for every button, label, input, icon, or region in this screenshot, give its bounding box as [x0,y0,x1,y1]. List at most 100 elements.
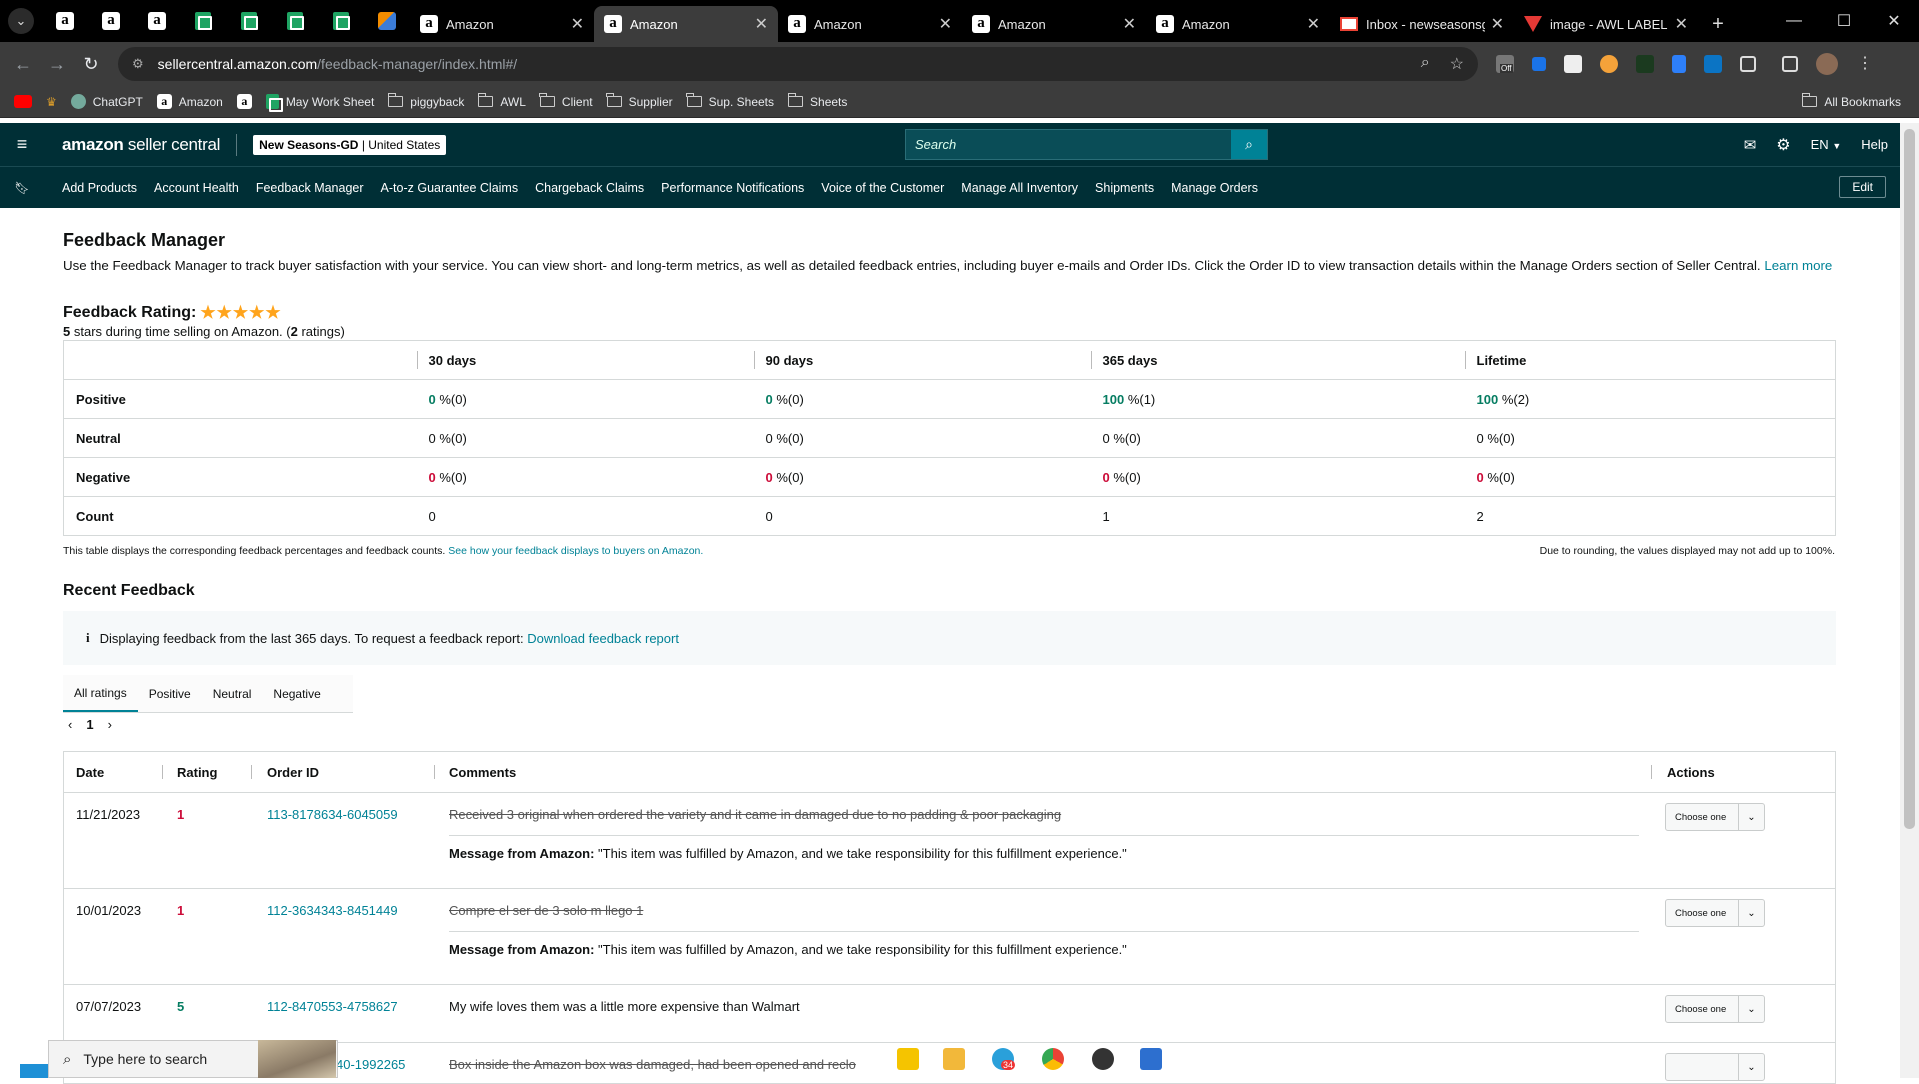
bookmark-star-icon[interactable]: ☆ [1450,54,1464,74]
pinned-tab-sheets-1[interactable] [180,0,226,42]
store-selector[interactable]: New Seasons-GD | United States [253,134,447,155]
settings-gear-icon[interactable]: ⚙ [1776,135,1790,155]
telegram-icon[interactable]: 34 [992,1048,1016,1070]
bookmark-folder-supplier[interactable]: Supplier [606,93,673,109]
browser-menu-icon[interactable]: ⋮ [1856,55,1874,73]
bookmark-folder-sheets[interactable]: Sheets [787,93,847,109]
browser-tab[interactable]: Inbox - newseasonsg ✕ [1330,6,1514,42]
close-window-button[interactable]: ✕ [1869,0,1919,42]
bookmark-folder-client[interactable]: Client [539,93,593,109]
bookmark-folder-piggyback[interactable]: piggyback [387,93,464,109]
extension-r-icon[interactable] [1636,55,1654,73]
extension-fba-icon[interactable] [1704,55,1722,73]
search-input[interactable] [906,130,1231,159]
learn-more-link[interactable]: Learn more [1764,258,1832,273]
pinned-tab-amazon-2[interactable]: a [88,0,134,42]
obs-icon[interactable] [1092,1048,1114,1070]
bookmark-folder-sup-sheets[interactable]: Sup. Sheets [686,93,774,109]
seller-central-logo[interactable]: amazon seller central [62,135,220,155]
scrollbar-thumb[interactable] [1904,129,1915,829]
close-icon[interactable]: ✕ [1123,14,1136,34]
action-dropdown[interactable]: Choose one ⌄ [1665,899,1765,927]
next-page-icon[interactable]: › [108,717,112,732]
bookmark-amazon[interactable]: a Amazon [156,94,223,109]
nav-manage-inventory[interactable]: Manage All Inventory [961,181,1078,195]
reload-button[interactable]: ↻ [74,47,108,81]
nav-account-health[interactable]: Account Health [154,181,239,195]
file-explorer-icon[interactable] [943,1048,965,1070]
media-player-icon[interactable] [1140,1048,1162,1070]
pinned-tab-sheets-4[interactable] [318,0,364,42]
action-dropdown[interactable]: Choose one ⌄ [1665,995,1765,1023]
chrome-icon[interactable] [1042,1048,1064,1070]
order-id-link[interactable]: 112-3634343-8451449 [267,903,398,918]
bookmark-may-work-sheet[interactable]: May Work Sheet [265,94,374,112]
profile-avatar[interactable] [1816,53,1838,75]
extension-blue-icon[interactable] [1532,57,1546,71]
browser-tab-active[interactable]: a Amazon ✕ [594,6,778,42]
mail-icon[interactable]: ✉ [1744,136,1757,154]
close-icon[interactable]: ✕ [1307,14,1320,34]
new-tab-button[interactable]: + [1698,6,1738,42]
nav-performance-notifications[interactable]: Performance Notifications [661,181,804,195]
current-page[interactable]: 1 [86,717,93,732]
all-bookmarks[interactable]: All Bookmarks [1801,93,1901,109]
side-panel-icon[interactable] [1782,56,1798,72]
close-icon[interactable]: ✕ [1675,14,1688,34]
search-highlight-image[interactable] [258,1040,336,1078]
sticky-notes-icon[interactable] [897,1048,919,1070]
search-button[interactable]: ⌕ [1231,130,1267,159]
pinned-tab-amazon-1[interactable]: a [42,0,88,42]
nav-shipments[interactable]: Shipments [1095,181,1154,195]
close-icon[interactable]: ✕ [1491,14,1504,34]
forward-button[interactable]: → [40,47,74,81]
pinned-tab-app[interactable] [364,0,410,42]
extensions-puzzle-icon[interactable] [1740,56,1756,72]
nav-voice-of-customer[interactable]: Voice of the Customer [821,181,944,195]
help-link[interactable]: Help [1861,137,1888,152]
order-id-link[interactable]: 113-8178634-6045059 [267,807,398,822]
hamburger-menu-icon[interactable]: ≡ [2,134,42,155]
edit-nav-button[interactable]: Edit [1839,176,1886,198]
prev-page-icon[interactable]: ‹ [68,717,72,732]
extension-circle-icon[interactable] [1600,55,1618,73]
feedback-display-link[interactable]: See how your feedback displays to buyers… [448,545,703,557]
pinned-tab-sheets-2[interactable] [226,0,272,42]
browser-tab[interactable]: image - AWL LABEL ✕ [1514,6,1698,42]
bookmark-amazon-2[interactable]: a [236,94,252,109]
tab-all-ratings[interactable]: All ratings [63,675,138,712]
feed-icon[interactable] [20,1064,48,1078]
page-scrollbar[interactable] [1900,123,1919,1078]
youtube-bookmark-icon[interactable] [14,95,32,108]
extension-image-icon[interactable] [1564,55,1582,73]
tab-neutral[interactable]: Neutral [202,675,263,712]
language-selector[interactable]: EN ▼ [1811,137,1842,152]
bookmark-icon[interactable]: 🔖︎ [0,181,44,195]
nav-manage-orders[interactable]: Manage Orders [1171,181,1258,195]
tab-search-button[interactable]: ⌄ [0,0,42,42]
back-button[interactable]: ← [6,47,40,81]
tab-negative[interactable]: Negative [262,675,331,712]
bookmark-chatgpt[interactable]: ChatGPT [70,94,143,109]
close-icon[interactable]: ✕ [939,14,952,34]
nav-a-to-z-claims[interactable]: A-to-z Guarantee Claims [381,181,519,195]
bookmark-crown[interactable]: ♛ [46,95,57,109]
action-dropdown[interactable]: Choose one ⌄ [1665,803,1765,831]
close-icon[interactable]: ✕ [755,14,768,34]
nav-feedback-manager[interactable]: Feedback Manager [256,181,364,195]
extension-off-icon[interactable]: Off [1496,55,1514,73]
browser-tab[interactable]: a Amazon ✕ [962,6,1146,42]
minimize-button[interactable]: — [1769,0,1819,42]
download-report-link[interactable]: Download feedback report [527,631,679,646]
address-bar[interactable]: ⚙ sellercentral.amazon.com/feedback-mana… [118,47,1478,81]
browser-tab[interactable]: a Amazon ✕ [778,6,962,42]
tab-positive[interactable]: Positive [138,675,202,712]
site-info-icon[interactable]: ⚙ [132,56,144,72]
extension-calculator-icon[interactable] [1672,55,1686,73]
pinned-tab-amazon-3[interactable]: a [134,0,180,42]
zoom-icon[interactable]: ⌕ [1421,54,1430,74]
browser-tab[interactable]: a Amazon ✕ [1146,6,1330,42]
close-icon[interactable]: ✕ [571,14,584,34]
nav-chargeback-claims[interactable]: Chargeback Claims [535,181,644,195]
pinned-tab-sheets-3[interactable] [272,0,318,42]
